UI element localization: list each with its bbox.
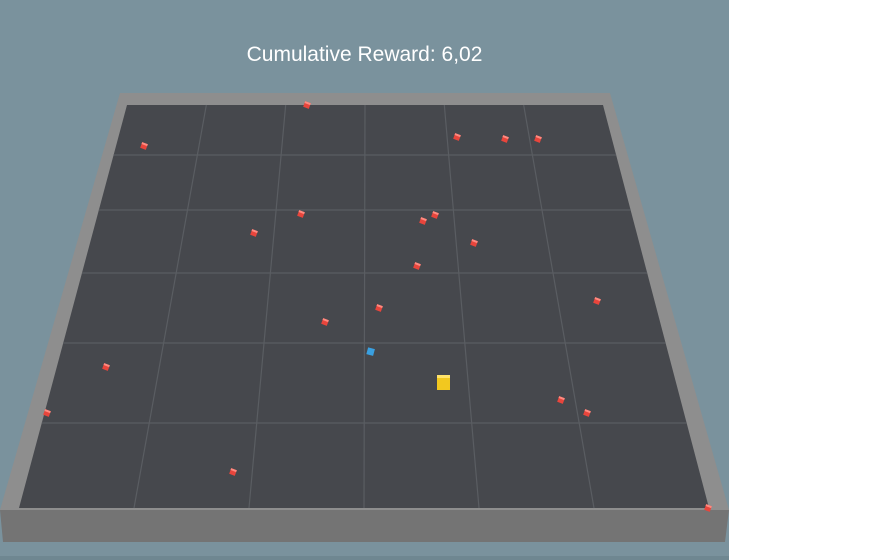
viewport-bottom-edge: [0, 556, 729, 560]
arena: [0, 93, 729, 542]
arena-wall-front: [0, 510, 729, 542]
good-item-cube-top: [437, 375, 450, 378]
game-viewport: Cumulative Reward: 6,02: [0, 0, 729, 560]
game-scene: [0, 93, 729, 542]
cumulative-reward-label: Cumulative Reward: 6,02: [246, 43, 483, 66]
